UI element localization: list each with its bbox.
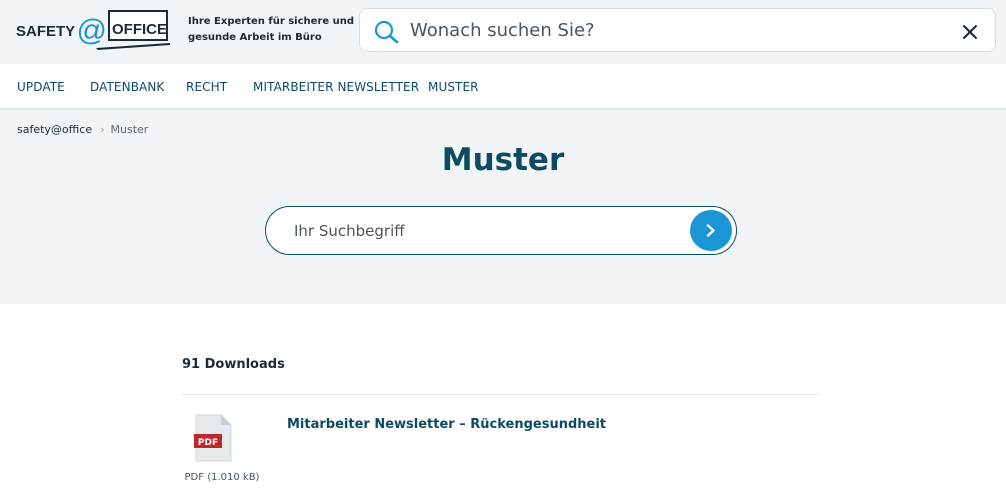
breadcrumb-root-link[interactable]: safety@office: [17, 123, 92, 136]
site-header: SAFETY @ OFFICE Ihre Experten für sicher…: [0, 0, 1006, 64]
breadcrumb-current: Muster: [110, 123, 149, 136]
download-count: 91 Downloads: [182, 357, 285, 372]
tagline-line-1: Ihre Experten für sichere und: [188, 16, 355, 27]
pdf-file-icon[interactable]: PDF: [194, 414, 232, 462]
page-search-input[interactable]: [294, 218, 674, 244]
site-logo[interactable]: SAFETY @ OFFICE: [16, 10, 170, 52]
results-divider: [182, 394, 819, 395]
main-nav: UPDATE DATENBANK RECHT MITARBEITER NEWSL…: [0, 64, 1006, 110]
chevron-right-icon: [706, 224, 715, 237]
svg-text:OFFICE: OFFICE: [112, 21, 167, 38]
search-icon[interactable]: [374, 20, 400, 44]
chevron-right-icon: ›: [100, 123, 105, 136]
search-submit-button[interactable]: [690, 210, 732, 251]
nav-item-recht[interactable]: RECHT: [186, 80, 227, 94]
global-search-input[interactable]: [410, 15, 950, 45]
page-search-box: [265, 206, 737, 255]
nav-item-muster[interactable]: MUSTER: [428, 80, 479, 94]
file-meta: PDF (1.010 kB): [184, 472, 260, 483]
svg-text:PDF: PDF: [198, 438, 218, 448]
svg-text:SAFETY: SAFETY: [16, 23, 75, 40]
svg-text:@: @: [76, 14, 106, 47]
nav-item-mitarbeiter-newsletter[interactable]: MITARBEITER NEWSLETTER: [253, 80, 419, 94]
nav-item-datenbank[interactable]: DATENBANK: [90, 80, 164, 94]
breadcrumb: safety@office › Muster: [17, 123, 148, 136]
global-search-box: [359, 8, 996, 52]
page-title: Muster: [441, 142, 565, 178]
nav-item-update[interactable]: UPDATE: [17, 80, 65, 94]
logo-mark: SAFETY @ OFFICE: [16, 10, 170, 50]
page-hero: safety@office › Muster Muster: [0, 110, 1006, 304]
site-tagline: Ihre Experten für sichere und gesunde Ar…: [188, 14, 355, 46]
close-icon[interactable]: [962, 24, 978, 40]
download-title-link[interactable]: Mitarbeiter Newsletter – Rückengesundhei…: [287, 417, 606, 432]
tagline-line-2: gesunde Arbeit im Büro: [188, 32, 322, 43]
